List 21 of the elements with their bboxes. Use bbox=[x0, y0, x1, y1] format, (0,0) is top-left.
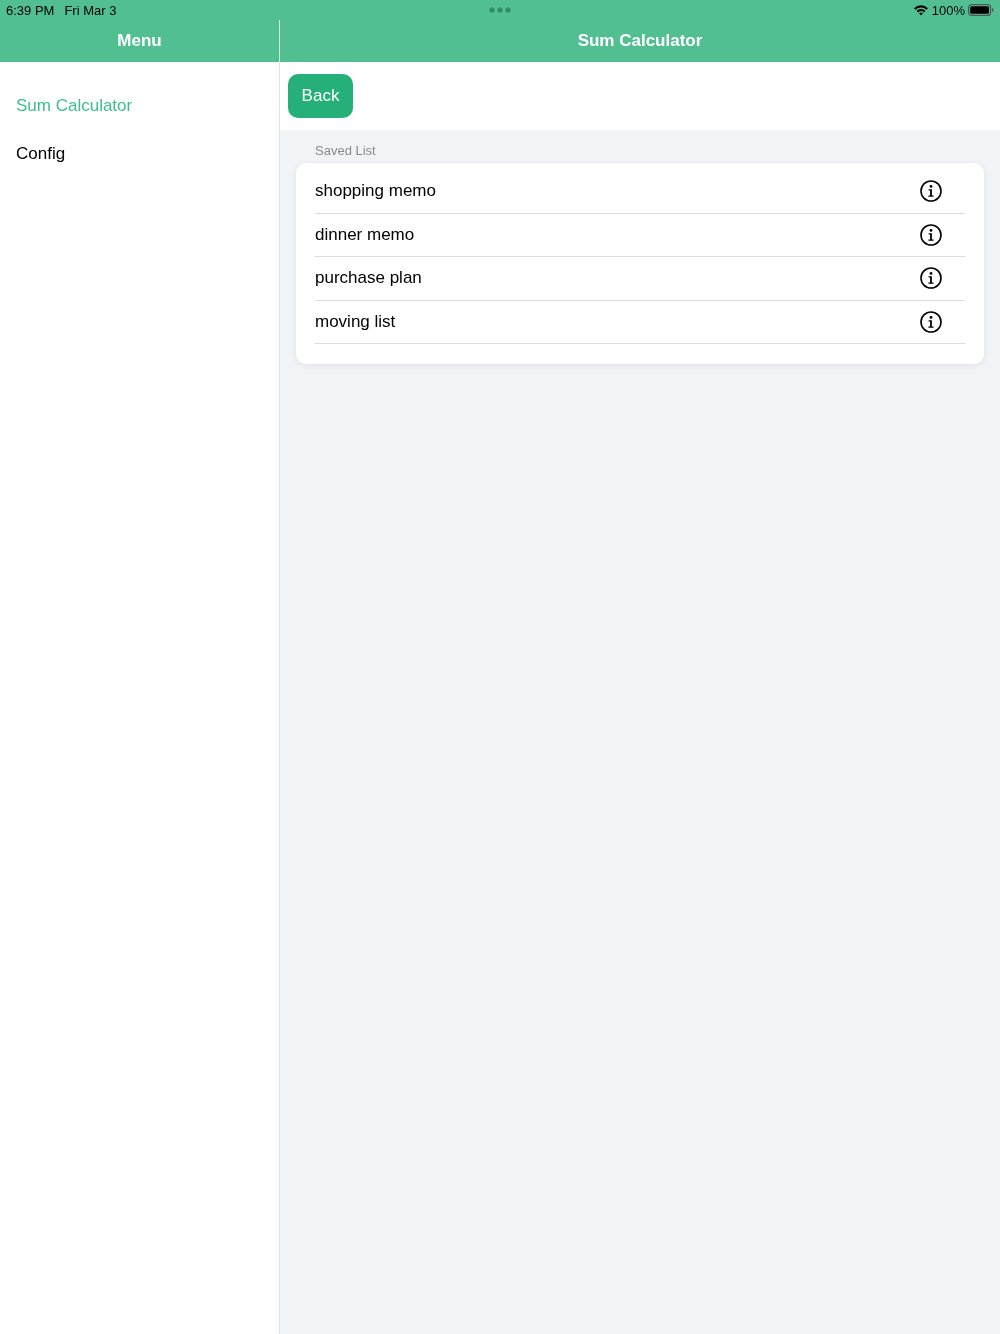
info-icon[interactable] bbox=[920, 267, 942, 290]
row-label: dinner memo bbox=[315, 224, 415, 245]
row-label: moving list bbox=[315, 311, 396, 332]
info-icon[interactable] bbox=[920, 223, 942, 246]
battery-icon bbox=[968, 4, 994, 16]
list-row[interactable]: purchase plan bbox=[315, 257, 965, 301]
list-row[interactable]: dinner memo bbox=[315, 213, 965, 257]
status-date: Fri Mar 3 bbox=[64, 2, 117, 18]
wifi-icon bbox=[912, 4, 929, 16]
status-time: 6:39 PM bbox=[6, 2, 55, 18]
info-icon[interactable] bbox=[920, 180, 942, 203]
row-label: purchase plan bbox=[315, 268, 422, 289]
sidebar-title: Menu bbox=[117, 31, 162, 51]
page-title: Sum Calculator bbox=[577, 31, 703, 51]
section-title: Saved List bbox=[315, 143, 376, 160]
list-row[interactable]: moving list bbox=[315, 300, 965, 344]
info-icon[interactable] bbox=[920, 310, 942, 333]
row-label: shopping memo bbox=[315, 181, 436, 202]
list-row[interactable]: shopping memo bbox=[315, 170, 965, 214]
sidebar-item[interactable]: Config bbox=[0, 130, 66, 178]
battery-percent: 100% bbox=[931, 2, 965, 18]
